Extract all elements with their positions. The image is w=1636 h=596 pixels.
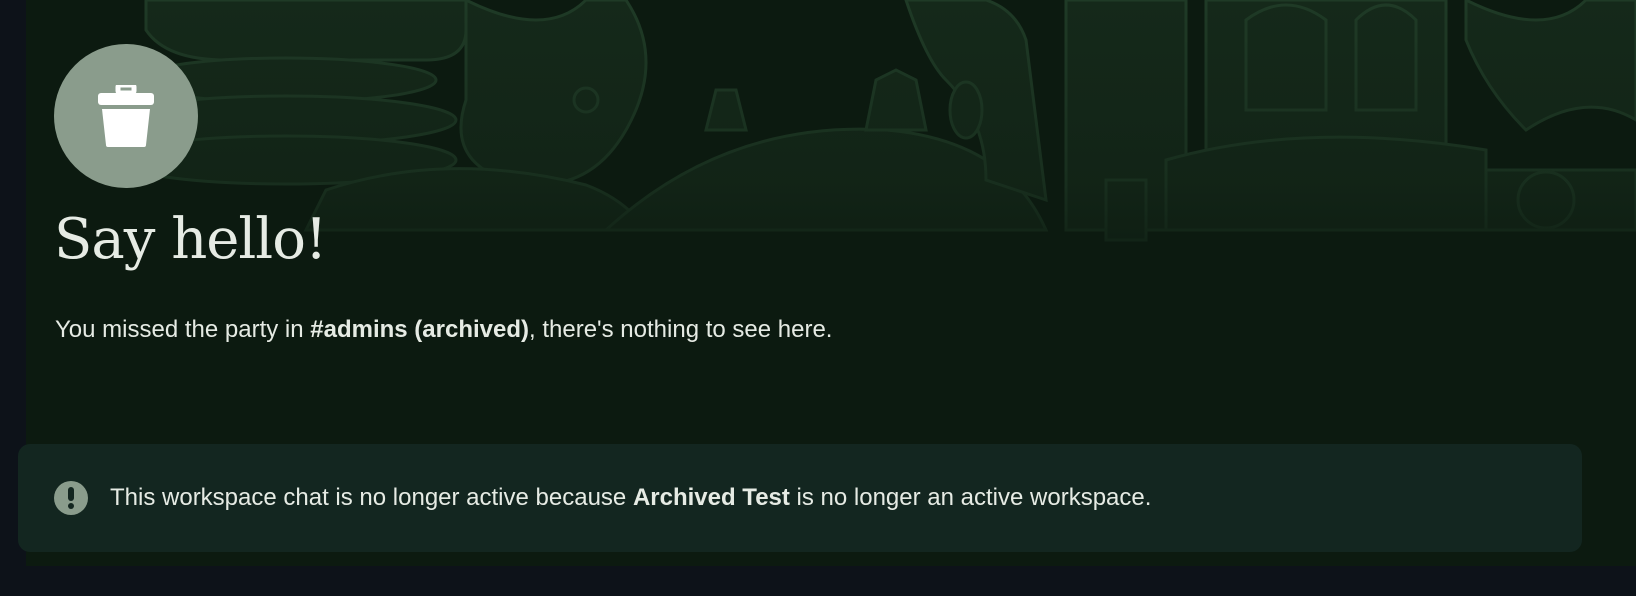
- intro-text: You missed the party in #admins (archive…: [55, 316, 832, 344]
- notice-text: This workspace chat is no longer active …: [110, 484, 1151, 512]
- intro-suffix: , there's nothing to see here.: [529, 316, 833, 343]
- intro-prefix: You missed the party in: [55, 316, 311, 343]
- workspace-name: Archived Test: [632, 484, 790, 511]
- trash-icon: [98, 85, 154, 147]
- room-name: #admins (archived): [310, 316, 530, 343]
- notice-prefix: This workspace chat is no longer active …: [110, 484, 633, 511]
- exclamation-icon: [54, 481, 88, 515]
- archived-notice: This workspace chat is no longer active …: [18, 444, 1582, 552]
- notice-suffix: is no longer an active workspace.: [789, 484, 1152, 511]
- page-title: Say hello!: [54, 207, 327, 272]
- bottom-strip: [0, 566, 1636, 596]
- room-avatar: [54, 44, 198, 188]
